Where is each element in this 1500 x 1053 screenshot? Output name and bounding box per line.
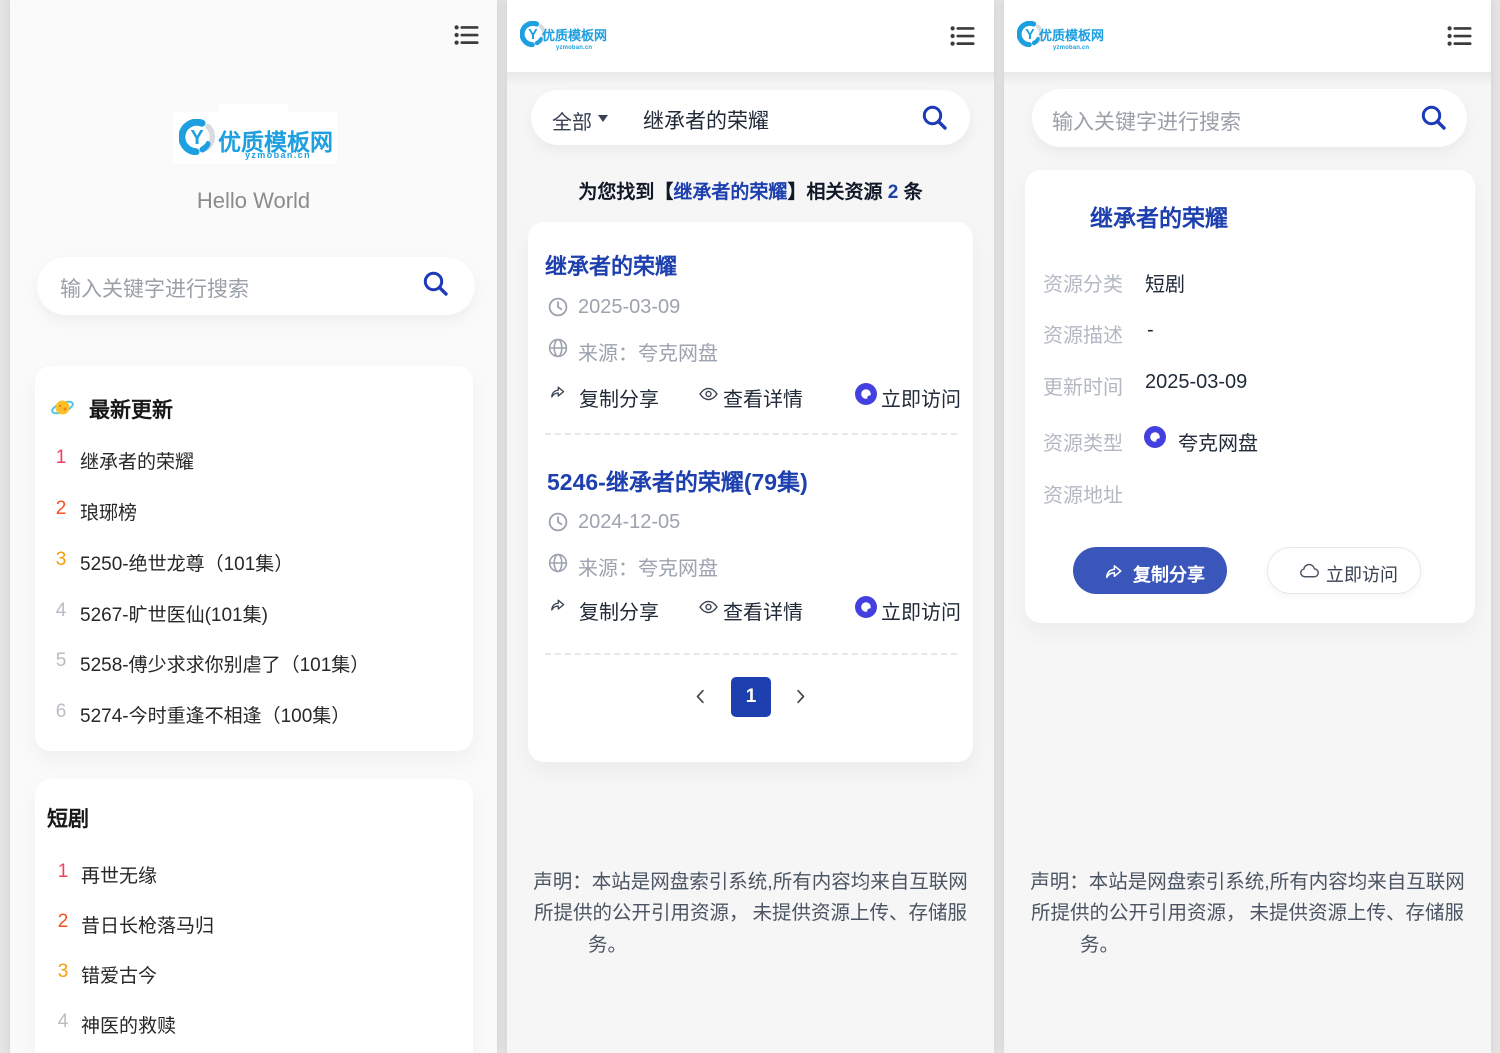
svg-text:Y: Y <box>190 127 204 149</box>
svg-text:Y: Y <box>1025 27 1035 43</box>
svg-text:Y: Y <box>528 27 538 43</box>
